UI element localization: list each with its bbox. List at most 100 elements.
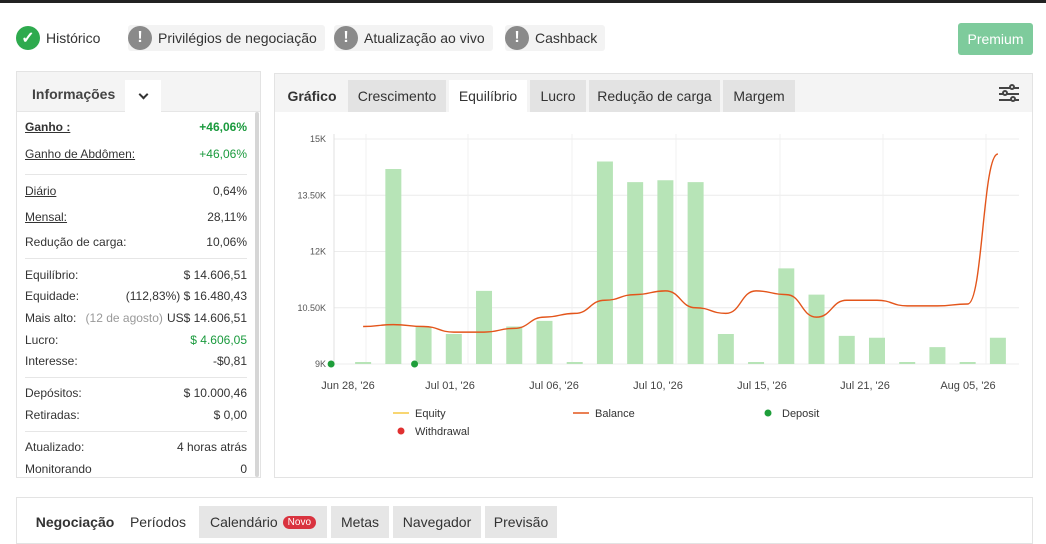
info-value: $ 16.480,43 [183, 289, 247, 303]
info-value: $ 14.606,51 [183, 268, 247, 282]
x-tick-label: Jul 06, '26 [529, 380, 579, 392]
info-title: Informações [32, 86, 116, 102]
top-border [0, 0, 1046, 3]
info-label: Interesse: [25, 354, 78, 368]
status-historico[interactable]: ✓ Histórico [16, 25, 108, 51]
info-label: Atualizado: [25, 440, 85, 454]
info-label[interactable]: Ganho de Abdômen: [25, 147, 135, 161]
settings-sliders-icon[interactable] [999, 84, 1019, 103]
x-tick-label: Jul 01, '26 [425, 380, 475, 392]
chart-bar [717, 334, 734, 364]
info-row-ganho-abdomen: Ganho de Abdômen: +46,06% [25, 147, 247, 161]
legend-label: Withdrawal [415, 426, 469, 438]
info-row-diario: Diário 0,64% [25, 184, 247, 198]
info-value: 0,64% [212, 184, 247, 198]
exclamation-circle-icon: ! [505, 26, 529, 50]
scrollbar[interactable] [255, 112, 259, 477]
status-cashback[interactable]: ! Cashback [505, 25, 606, 51]
chart-bar [596, 161, 613, 364]
chart-bar [959, 362, 976, 364]
info-label[interactable]: Diário [25, 184, 56, 198]
divider [25, 258, 247, 259]
chart-bar [536, 320, 553, 364]
check-circle-icon: ✓ [16, 26, 40, 50]
status-label: Privilégios de negociação [158, 30, 317, 46]
info-row-retiradas: Retiradas: $ 0,00 [25, 408, 247, 422]
info-value: -$0,81 [212, 354, 247, 368]
chart-bar [445, 334, 462, 364]
chart-bar [778, 268, 795, 364]
chart-bars [355, 161, 1006, 364]
tab-equilibrio[interactable]: Equilíbrio [449, 80, 527, 112]
info-value-group: (112,83%) $ 16.480,43 [126, 289, 247, 303]
tab-navegador[interactable]: Navegador [393, 506, 481, 538]
info-label[interactable]: Mensal: [25, 210, 67, 224]
info-value: $ 0,00 [213, 408, 247, 422]
premium-button[interactable]: Premium [958, 23, 1033, 55]
status-atualizacao[interactable]: ! Atualização ao vivo [334, 25, 493, 51]
y-tick-label: 12K [310, 247, 326, 257]
chart-bar [808, 294, 825, 364]
tab-reducao-carga[interactable]: Redução de carga [589, 80, 720, 112]
info-value: 10,06% [206, 235, 247, 249]
status-label: Cashback [535, 30, 598, 46]
y-tick-label: 9K [315, 359, 326, 369]
chart-bar [868, 337, 885, 364]
x-tick-label: Aug 05, '26 [940, 380, 995, 392]
info-value: $ 4.606,05 [190, 333, 247, 347]
info-collapse-button[interactable] [125, 80, 161, 112]
info-label: Mais alto: [25, 311, 77, 325]
tab-metas[interactable]: Metas [331, 506, 389, 538]
status-privilegios[interactable]: ! Privilégios de negociação [128, 25, 325, 51]
tab-lucro[interactable]: Lucro [530, 80, 586, 112]
balance-chart: 15K 13.50K 12K 10.50K 9K Jun 28, '26 Jul 01, … [297, 134, 1019, 438]
tab-crescimento[interactable]: Crescimento [348, 80, 446, 112]
info-label: Retiradas: [25, 408, 80, 422]
info-label: Depósitos: [25, 386, 82, 400]
info-row-depositos: Depósitos: $ 10.000,46 [25, 386, 247, 400]
tab-previsao[interactable]: Previsão [485, 506, 557, 538]
info-row-equilibrio: Equilíbrio: $ 14.606,51 [25, 268, 247, 282]
info-label[interactable]: Ganho : [25, 120, 70, 134]
tab-periodos[interactable]: Períodos [121, 506, 195, 538]
info-row-monitorando: Monitorando 0 [25, 462, 247, 476]
info-row-mais-alto: Mais alto: (12 de agosto) US$ 14.606,51 [25, 311, 247, 325]
legend-label: Deposit [782, 408, 819, 420]
deposit-dot [327, 360, 335, 368]
exclamation-circle-icon: ! [128, 26, 152, 50]
tab-calendario[interactable]: Calendário Novo [199, 506, 327, 538]
deposit-dot [411, 360, 419, 368]
chart-grid [333, 134, 1019, 365]
divider [25, 431, 247, 432]
chart-panel: Gráfico Crescimento Equilíbrio Lucro Red… [274, 73, 1033, 478]
slider-knob [1002, 90, 1008, 96]
y-tick-label: 15K [310, 134, 326, 144]
info-value: 4 horas atrás [176, 440, 247, 454]
x-tick-label: Jun 28, '26 [321, 380, 374, 392]
chart-y-ticks: 15K 13.50K 12K 10.50K 9K [297, 134, 326, 369]
info-label: Equidade: [25, 289, 80, 303]
y-tick-label: 10.50K [297, 303, 326, 313]
exclamation-circle-icon: ! [334, 26, 358, 50]
info-panel: Informações Ganho : +46,06% Ganho de Abd… [16, 71, 261, 478]
divider [25, 377, 247, 378]
info-label: Equilíbrio: [25, 268, 79, 282]
info-row-ganho: Ganho : +46,06% [25, 120, 247, 134]
tab-margem[interactable]: Margem [723, 80, 795, 112]
x-tick-label: Jul 15, '26 [737, 380, 787, 392]
new-badge: Novo [282, 515, 317, 529]
info-row-interesse: Interesse: -$0,81 [25, 354, 247, 368]
info-row-mensal: Mensal: 28,11% [25, 210, 247, 224]
info-note: (12 de agosto) [85, 311, 163, 325]
chart-bar [506, 326, 523, 364]
chart-tabs: Gráfico Crescimento Equilíbrio Lucro Red… [275, 74, 1032, 112]
slider-line [999, 99, 1019, 101]
legend-swatch [397, 427, 405, 435]
info-label: Monitorando [25, 462, 92, 476]
info-value: 0 [240, 462, 247, 476]
slider-knob [1009, 84, 1015, 90]
tab-calendario-label: Calendário [209, 514, 278, 530]
chart-tabs-title: Gráfico [287, 88, 337, 104]
info-value: +46,06% [199, 120, 247, 134]
legend-label: Balance [595, 408, 635, 420]
